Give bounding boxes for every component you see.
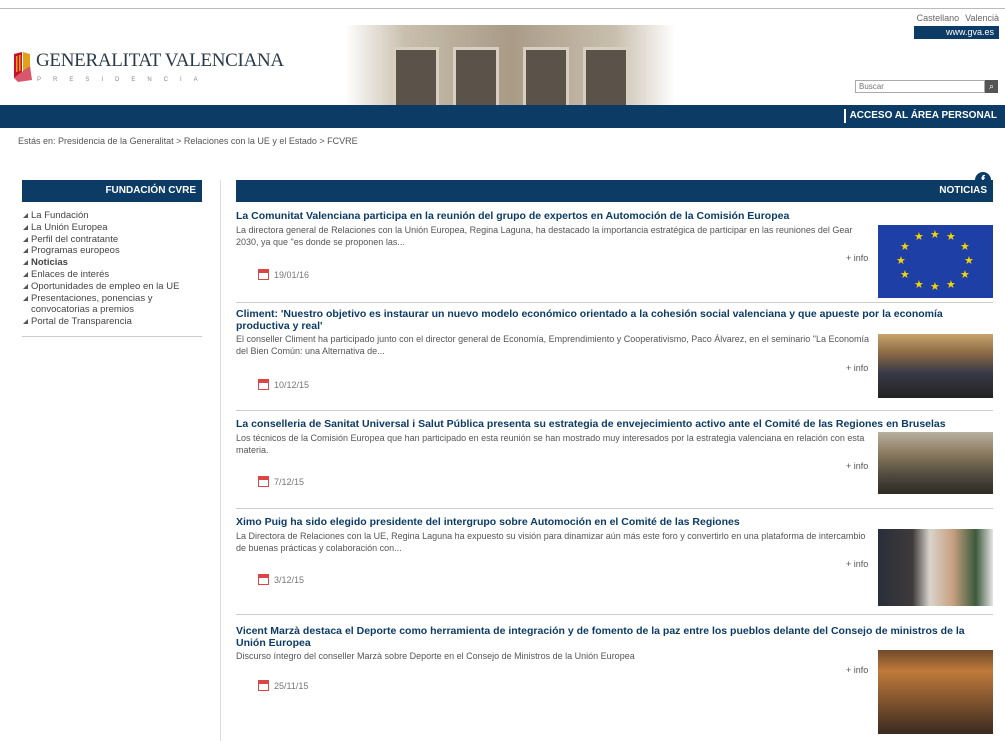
sidebar-item-empleo[interactable]: Oportunidades de empleo en la UE <box>22 281 202 293</box>
top-navbar: ACCESO AL ÁREA PERSONAL <box>0 105 1005 128</box>
site-logo[interactable]: GENERALITAT VALENCIANA PRESIDENCIA <box>10 40 284 100</box>
news-item: Vicent Marzà destaca el Deporte como her… <box>236 625 993 736</box>
news-section: NOTICIAS <box>236 180 993 202</box>
sidebar-item-union-europea[interactable]: La Unión Europea <box>22 222 202 234</box>
coat-of-arms-icon <box>14 52 32 82</box>
search-input[interactable] <box>855 80 985 93</box>
calendar-icon <box>258 574 269 585</box>
news-date: 10/12/15 <box>258 379 309 390</box>
logo-subtitle: PRESIDENCIA <box>37 77 210 83</box>
news-date: 7/12/15 <box>258 476 304 487</box>
news-summary: La directora general de Relaciones con l… <box>236 224 853 247</box>
news-item: La conselleria de Sanitat Universal i Sa… <box>236 418 993 499</box>
column-divider <box>220 180 221 741</box>
sidebar-item-enlaces[interactable]: Enlaces de interés <box>22 269 202 281</box>
top-divider <box>0 8 1005 9</box>
news-title[interactable]: Climent: 'Nuestro objetivo es instaurar … <box>236 308 991 332</box>
news-date: 3/12/15 <box>258 574 304 585</box>
lang-castellano-link[interactable]: Castellano <box>917 13 960 23</box>
news-separator <box>236 302 993 303</box>
news-item: Climent: 'Nuestro objetivo es instaurar … <box>236 308 993 401</box>
calendar-icon <box>258 379 269 390</box>
news-section-title: NOTICIAS <box>236 180 993 202</box>
more-info-link[interactable]: + info <box>846 253 868 263</box>
news-title[interactable]: Vicent Marzà destaca el Deporte como her… <box>236 625 991 649</box>
news-title[interactable]: La conselleria de Sanitat Universal i Sa… <box>236 418 991 431</box>
sidebar-divider <box>22 335 202 337</box>
sidebar-title: FUNDACIÓN CVRE <box>22 180 202 202</box>
news-title[interactable]: La Comunitat Valenciana participa en la … <box>236 210 991 223</box>
more-info-link[interactable]: + info <box>846 559 868 569</box>
news-title[interactable]: Ximo Puig ha sido elegido presidente del… <box>236 516 991 529</box>
breadcrumb: Estás en: Presidencia de la Generalitat … <box>18 136 358 146</box>
logo-text: GENERALITAT VALENCIANA <box>36 50 284 71</box>
news-summary: La Directora de Relaciones con la UE, Re… <box>236 530 866 553</box>
news-thumbnail-council[interactable] <box>878 650 993 734</box>
search-box: ⌕ <box>855 80 998 93</box>
more-info-link[interactable]: + info <box>846 665 868 675</box>
news-date: 19/01/16 <box>258 269 309 280</box>
news-thumbnail-meeting[interactable] <box>878 432 993 494</box>
sidebar-item-perfil-contratante[interactable]: Perfil del contratante <box>22 234 202 246</box>
sidebar-item-presentaciones[interactable]: Presentaciones, ponencias y convocatoria… <box>22 293 202 317</box>
news-date: 25/11/15 <box>258 680 308 691</box>
sidebar-item-programas[interactable]: Programas europeos <box>22 245 202 257</box>
sidebar-item-noticias[interactable]: Noticias <box>22 257 202 269</box>
gva-link[interactable]: www.gva.es <box>914 26 999 39</box>
news-separator <box>236 508 993 509</box>
news-separator <box>236 410 993 411</box>
news-summary: Discurso íntegro del conseller Marzà sob… <box>236 651 635 661</box>
news-separator <box>236 614 993 615</box>
news-item: La Comunitat Valenciana participa en la … <box>236 210 993 299</box>
search-icon[interactable]: ⌕ <box>985 80 998 93</box>
news-item: Ximo Puig ha sido elegido presidente del… <box>236 516 993 609</box>
news-summary: Los técnicos de la Comisión Europea que … <box>236 432 865 455</box>
news-summary: El conseller Climent ha participado junt… <box>236 334 870 356</box>
lang-valencia-link[interactable]: Valencià <box>965 13 999 23</box>
sidebar-item-transparencia[interactable]: Portal de Transparencia <box>22 316 202 328</box>
news-thumbnail-seminar[interactable] <box>878 334 993 398</box>
calendar-icon <box>258 269 269 280</box>
news-thumbnail-eu-flag[interactable]: ★ ★ ★ ★ ★ ★ ★ ★ ★ ★ ★ ★ <box>878 225 993 298</box>
header-banner-image <box>345 25 675 105</box>
more-info-link[interactable]: + info <box>846 363 868 373</box>
calendar-icon <box>258 680 269 691</box>
personal-area-link[interactable]: ACCESO AL ÁREA PERSONAL <box>843 109 997 123</box>
language-switcher: Castellano Valencià <box>911 13 999 23</box>
sidebar-item-fundacion[interactable]: La Fundación <box>22 210 202 222</box>
news-thumbnail-group-photo[interactable] <box>878 529 993 606</box>
sidebar: FUNDACIÓN CVRE La Fundación La Unión Eur… <box>22 180 202 337</box>
more-info-link[interactable]: + info <box>846 461 868 471</box>
calendar-icon <box>258 476 269 487</box>
